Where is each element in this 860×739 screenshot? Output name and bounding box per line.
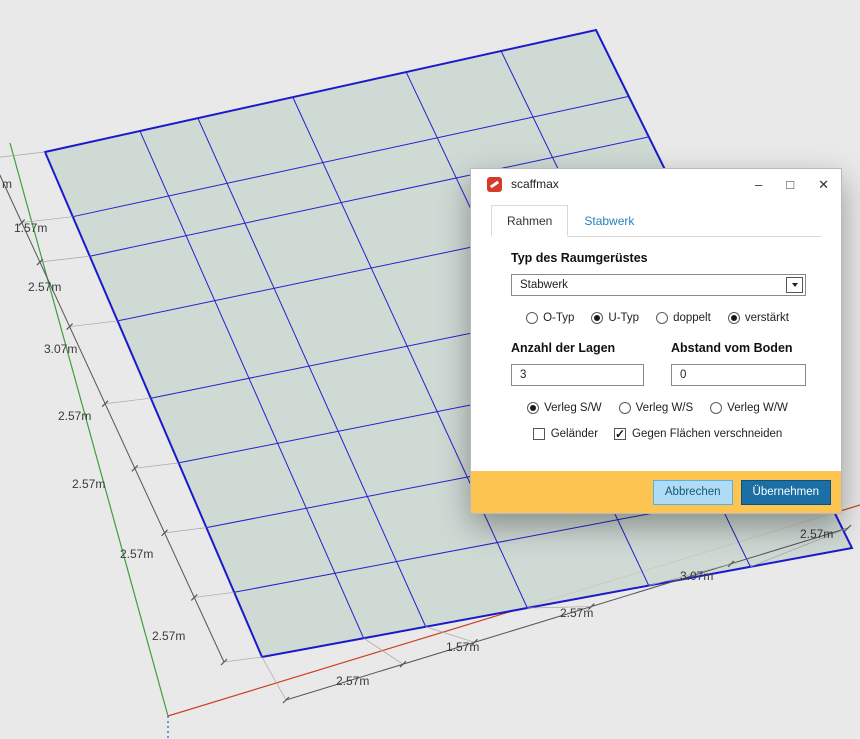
options-row: Geländer Gegen Flächen verschneiden [511, 427, 804, 441]
dimension-label: 2.57m [58, 409, 91, 423]
dimension-label: 2.57m [72, 477, 105, 491]
type-dropdown[interactable]: Stabwerk [511, 274, 806, 296]
dialog-titlebar[interactable]: scaffmax – □ ✕ [471, 169, 841, 199]
checkbox-label: Geländer [550, 428, 599, 440]
radio-verleg-ws[interactable]: Verleg W/S [618, 402, 694, 414]
type-section-label: Typ des Raumgerüstes [511, 251, 648, 265]
radio-label: doppelt [673, 312, 711, 324]
dim-extension-line [261, 656, 287, 701]
dim-tick [282, 696, 290, 704]
radio-verleg-ww[interactable]: Verleg W/W [710, 402, 788, 414]
dimension-label: m [2, 177, 12, 191]
cancel-button[interactable]: Abbrechen [652, 479, 733, 505]
radio-icon[interactable] [727, 312, 740, 324]
radio-label: U-Typ [608, 312, 640, 324]
fields-row: Anzahl der Lagen Abstand vom Boden [511, 341, 806, 386]
scaffmax-dialog: scaffmax – □ ✕ Rahmen Stabwerk Typ des R… [470, 168, 842, 514]
dimension-label: 3.07m [44, 342, 77, 356]
minimize-button[interactable]: – [755, 178, 762, 191]
layers-input[interactable] [511, 364, 644, 386]
offset-input[interactable] [671, 364, 806, 386]
radio-o-typ[interactable]: O-Typ [526, 312, 574, 324]
dropdown-button[interactable] [786, 277, 803, 293]
checkbox-gelaender[interactable]: Geländer [532, 428, 599, 440]
dim-extension-line [223, 656, 263, 663]
dimension-label: 2.57m [120, 547, 153, 561]
dim-extension-line [0, 151, 46, 158]
checkbox-label: Gegen Flächen verschneiden [632, 428, 783, 440]
radio-label: O-Typ [543, 312, 575, 324]
radio-label: Verleg S/W [544, 402, 602, 414]
dim-extension-line [363, 637, 404, 665]
offset-label: Abstand vom Boden [671, 341, 793, 355]
dimension-label: 1.57m [14, 221, 47, 235]
tab-bar: Rahmen Stabwerk [491, 205, 821, 237]
radio-icon[interactable] [591, 312, 604, 324]
radio-icon[interactable] [710, 402, 723, 414]
dim-extension-line [39, 255, 90, 263]
verleg-radio-row: Verleg S/W Verleg W/S Verleg W/W [511, 402, 804, 414]
checkbox-icon[interactable] [614, 427, 627, 441]
window-controls: – □ ✕ [755, 178, 829, 191]
dimension-label: 3.07m [680, 569, 713, 583]
dimension-label: 2.57m [336, 674, 369, 688]
dimension-label: 2.57m [152, 629, 185, 643]
layers-label: Anzahl der Lagen [511, 341, 616, 355]
type-dropdown-value: Stabwerk [520, 279, 568, 291]
radio-icon[interactable] [526, 312, 539, 324]
tab-rahmen[interactable]: Rahmen [491, 205, 569, 237]
maximize-button[interactable]: □ [786, 178, 794, 191]
radio-label: Verleg W/W [727, 402, 788, 414]
dim-extension-line [164, 527, 207, 534]
dialog-footer: Abbrechen Übernehmen [471, 471, 841, 513]
dimension-label: 1.57m [446, 640, 479, 654]
offset-field: Abstand vom Boden [671, 341, 806, 386]
dimension-label: 2.57m [560, 606, 593, 620]
radio-u-typ[interactable]: U-Typ [591, 312, 639, 324]
checkbox-icon[interactable] [532, 428, 545, 440]
dim-tick [844, 524, 852, 532]
dim-extension-line [134, 462, 179, 469]
radio-icon[interactable] [656, 312, 669, 324]
type-radio-row: O-Typ U-Typ doppelt verstärkt [511, 312, 804, 324]
tab-stabwerk[interactable]: Stabwerk [568, 205, 650, 237]
dim-extension-line [194, 591, 235, 598]
scaffmax-app-icon [487, 176, 502, 192]
radio-icon[interactable] [527, 402, 540, 414]
dimension-label: 2.57m [28, 280, 61, 294]
dialog-title: scaffmax [511, 177, 559, 191]
dim-extension-line [105, 397, 151, 405]
radio-doppelt[interactable]: doppelt [656, 312, 711, 324]
radio-verleg-sw[interactable]: Verleg S/W [527, 402, 602, 414]
apply-button[interactable]: Übernehmen [740, 479, 831, 505]
dim-extension-line [69, 320, 118, 327]
dialog-content: Typ des Raumgerüstes Stabwerk O-Typ U-Ty… [471, 251, 841, 441]
checkbox-gegen-flaechen[interactable]: Gegen Flächen verschneiden [614, 427, 783, 441]
radio-icon[interactable] [618, 402, 631, 414]
dim-tick [399, 660, 407, 668]
close-button[interactable]: ✕ [818, 178, 829, 191]
radio-verstaerkt[interactable]: verstärkt [727, 312, 789, 324]
chevron-down-icon [791, 283, 798, 287]
dimension-label: 2.57m [800, 527, 833, 541]
radio-label: Verleg W/S [635, 402, 694, 414]
layers-field: Anzahl der Lagen [511, 341, 644, 386]
radio-label: verstärkt [744, 312, 789, 324]
